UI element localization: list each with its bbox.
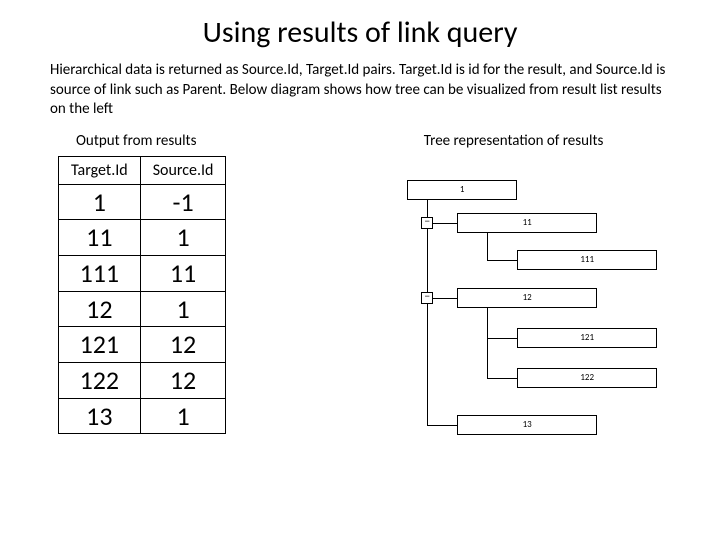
cell-target: 11 <box>59 220 141 256</box>
tree-line <box>433 298 457 299</box>
cell-target: 121 <box>59 327 141 363</box>
tree-line <box>427 425 457 426</box>
cell-source: 1 <box>140 220 226 256</box>
tree-node: 12 <box>457 288 597 308</box>
table-row: 11 1 <box>59 220 226 256</box>
cell-source: 1 <box>140 398 226 434</box>
tree-line <box>433 223 457 224</box>
cell-target: 122 <box>59 362 141 398</box>
tree-line <box>487 260 517 261</box>
table-row: 12 1 <box>59 291 226 327</box>
tree-line <box>427 200 428 425</box>
col-header-source: Source.Id <box>140 156 226 184</box>
table-row: 111 11 <box>59 255 226 291</box>
table-row: 13 1 <box>59 398 226 434</box>
page-title: Using results of link query <box>0 14 720 51</box>
cell-target: 12 <box>59 291 141 327</box>
cell-target: 13 <box>59 398 141 434</box>
tree-node: 13 <box>457 415 597 435</box>
table-row: 122 12 <box>59 362 226 398</box>
table-row: 1 -1 <box>59 184 226 220</box>
cell-source: 11 <box>140 255 226 291</box>
tree-node: 1 <box>407 180 517 200</box>
cell-target: 1 <box>59 184 141 220</box>
cell-source: 1 <box>140 291 226 327</box>
table-row: 121 12 <box>59 327 226 363</box>
tree-node: 111 <box>517 250 657 270</box>
results-table: Target.Id Source.Id 1 -1 11 1 111 11 <box>58 156 226 435</box>
col-header-target: Target.Id <box>59 156 141 184</box>
output-subtitle: Output from results <box>76 132 347 150</box>
tree-line <box>487 308 488 378</box>
cell-target: 111 <box>59 255 141 291</box>
tree-line <box>487 378 517 379</box>
tree-node: 11 <box>457 213 597 233</box>
tree-node: 122 <box>517 368 657 388</box>
cell-source: 12 <box>140 362 226 398</box>
tree-diagram: 1 − 11 111 − 12 121 <box>347 160 680 460</box>
tree-line <box>487 233 488 260</box>
cell-source: -1 <box>140 184 226 220</box>
tree-line <box>487 338 517 339</box>
tree-toggle-icon[interactable]: − <box>421 217 433 229</box>
tree-toggle-icon[interactable]: − <box>421 292 433 304</box>
description-paragraph: Hierarchical data is returned as Source.… <box>50 61 670 120</box>
cell-source: 12 <box>140 327 226 363</box>
tree-node: 121 <box>517 328 657 348</box>
tree-subtitle: Tree representation of results <box>347 132 680 150</box>
